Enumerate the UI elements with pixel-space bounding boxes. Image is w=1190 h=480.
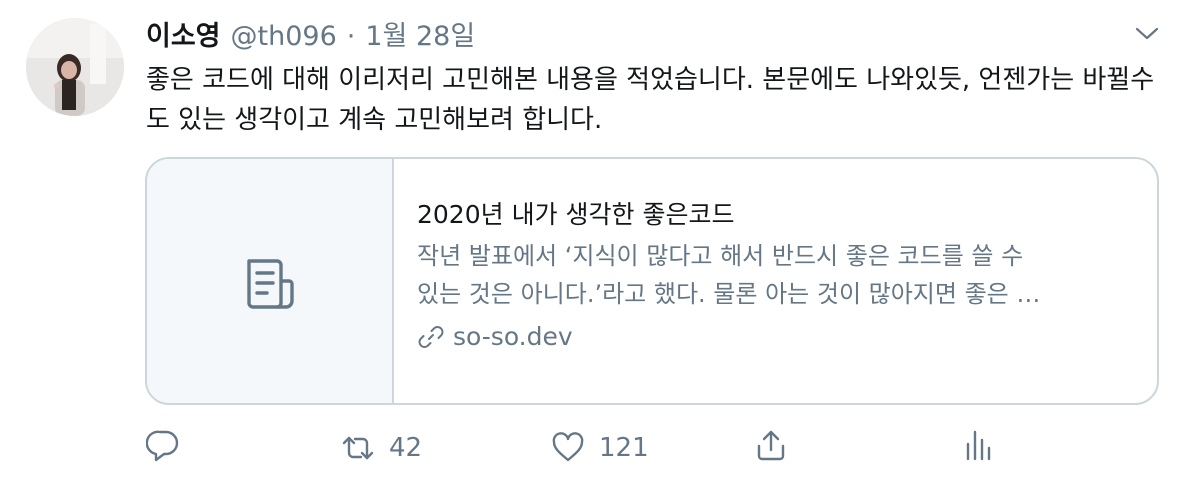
link-icon (418, 326, 444, 348)
tweet-header: 이소영 @th096 · 1월 28일 (146, 17, 475, 57)
card-domain-text: so-so.dev (453, 322, 573, 351)
card-thumbnail (147, 159, 394, 403)
chevron-down-icon (1135, 27, 1159, 40)
card-domain: so-so.dev (417, 318, 1137, 356)
avatar-photo (26, 18, 124, 116)
retweet-icon (342, 436, 374, 460)
document-icon (243, 257, 299, 311)
analytics-button[interactable] (961, 428, 995, 462)
reply-icon (146, 430, 179, 462)
retweet-count: 42 (389, 433, 423, 463)
heart-icon (552, 432, 584, 462)
card-title: 2020년 내가 생각한 좋은코드 (417, 200, 735, 229)
card-description-line: 있는 것은 아니다.’라고 했다. 물론 아는 것이 많아지면 좋은 … (417, 280, 1041, 308)
like-count: 121 (599, 433, 649, 463)
tweet-text: 좋은 코드에 대해 이리저리 고민해본 내용을 적었습니다. 본문에도 나와있듯… (146, 65, 1155, 135)
author-handle[interactable]: @th096 (231, 17, 337, 57)
share-button[interactable] (754, 428, 788, 462)
link-card[interactable]: 2020년 내가 생각한 좋은코드 작년 발표에서 ‘지식이 많다고 해서 반드… (145, 157, 1159, 405)
tweet-date[interactable]: 1월 28일 (365, 17, 475, 57)
retweet-button[interactable]: 42 (341, 428, 422, 468)
action-bar: 42 121 (146, 428, 996, 468)
share-icon (757, 430, 785, 461)
card-description-line: 작년 발표에서 ‘지식이 많다고 해서 반드시 좋은 코드를 쓸 수 (417, 242, 1024, 270)
card-body: 2020년 내가 생각한 좋은코드 작년 발표에서 ‘지식이 많다고 해서 반드… (417, 195, 1137, 356)
card-description: 작년 발표에서 ‘지식이 많다고 해서 반드시 좋은 코드를 쓸 수 있는 것은… (417, 237, 1137, 313)
like-button[interactable]: 121 (551, 428, 649, 468)
avatar[interactable] (26, 18, 124, 116)
analytics-icon (966, 430, 991, 461)
separator-dot: · (346, 21, 356, 52)
author-name[interactable]: 이소영 (146, 17, 221, 57)
more-options-button[interactable] (1134, 24, 1160, 44)
reply-button[interactable] (146, 428, 180, 462)
